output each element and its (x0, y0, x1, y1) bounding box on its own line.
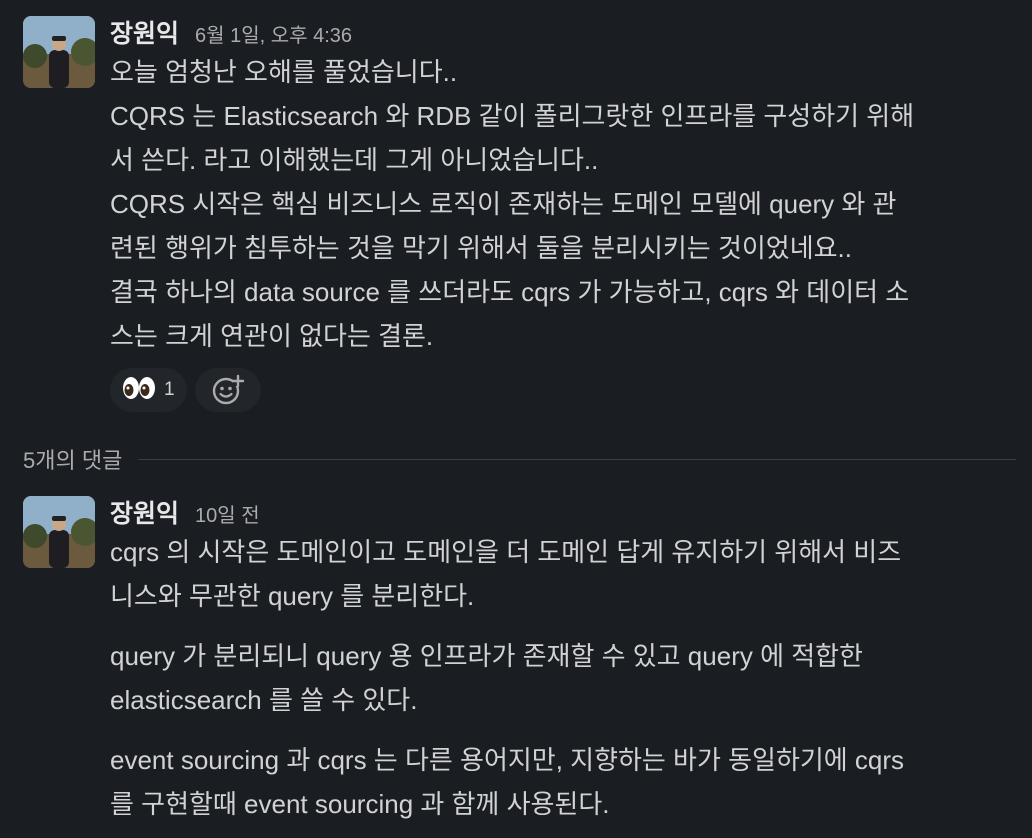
add-reaction-button[interactable] (194, 368, 261, 412)
message-line: 서 쓴다. 라고 이해했는데 그게 아니었습니다.. (110, 145, 599, 175)
message-text: 오늘 엄청난 오해를 풀었습니다.. CQRS 는 Elasticsearch … (110, 50, 1016, 358)
add-reaction-icon (212, 374, 244, 405)
reaction-count: 1 (164, 379, 175, 400)
message-text: cqrs 의 시작은 도메인이고 도메인을 더 도메인 답게 유지하기 위해서 … (110, 530, 1016, 826)
replies-count: 5개의 댓글 (23, 448, 123, 473)
reactions-bar: 1 (110, 368, 1016, 412)
message-line: 니스와 무관한 query 를 분리한다. (110, 581, 475, 611)
eyes-icon-graphic (123, 377, 155, 399)
message-line: elasticsearch 를 쓸 수 있다. (110, 685, 418, 715)
avatar-photo (23, 16, 95, 88)
avatar[interactable] (23, 496, 95, 568)
author-name[interactable]: 장원익 (110, 494, 179, 530)
author-name[interactable]: 장원익 (110, 14, 179, 50)
message-body: 장원익 6월 1일, 오후 4:36 오늘 엄청난 오해를 풀었습니다.. CQ… (110, 14, 1016, 412)
message-paragraph: event sourcing 과 cqrs 는 다른 용어지만, 지향하는 바가… (110, 738, 1016, 826)
message-line: 스는 크게 연관이 없다는 결론. (110, 321, 434, 351)
message-line: cqrs 의 시작은 도메인이고 도메인을 더 도메인 답게 유지하기 위해서 … (110, 537, 902, 567)
replies-divider: 5개의 댓글 (23, 442, 1016, 476)
timestamp[interactable]: 6월 1일, 오후 4:36 (195, 19, 352, 48)
timestamp[interactable]: 10일 전 (195, 499, 260, 528)
reaction-eyes[interactable]: 1 (110, 368, 187, 412)
message-paragraph: cqrs 의 시작은 도메인이고 도메인을 더 도메인 답게 유지하기 위해서 … (110, 530, 1016, 618)
message-line: query 가 분리되니 query 용 인프라가 존재할 수 있고 query… (110, 641, 863, 671)
message-line: 오늘 엄청난 오해를 풀었습니다.. (110, 57, 458, 87)
message-line: 를 구현할때 event sourcing 과 함께 사용된다. (110, 789, 610, 819)
message-line: 결국 하나의 data source 를 쓰더라도 cqrs 가 가능하고, c… (110, 277, 910, 307)
eyes-icon (122, 375, 156, 405)
divider-line (138, 458, 1016, 460)
avatar[interactable] (23, 16, 95, 88)
message-paragraph: query 가 분리되니 query 용 인프라가 존재할 수 있고 query… (110, 634, 1016, 722)
message-line: CQRS 는 Elasticsearch 와 RDB 같이 폴리그랏한 인프라를… (110, 101, 915, 131)
message-line: event sourcing 과 cqrs 는 다른 용어지만, 지향하는 바가… (110, 745, 905, 775)
message-body: 장원익 10일 전 cqrs 의 시작은 도메인이고 도메인을 더 도메인 답게… (110, 494, 1016, 826)
message-line: CQRS 시작은 핵심 비즈니스 로직이 존재하는 도메인 모델에 query … (110, 189, 897, 219)
avatar-photo (23, 496, 95, 568)
message-header: 장원익 10일 전 (110, 494, 1016, 530)
message-line: 련된 행위가 침투하는 것을 막기 위해서 둘을 분리시키는 것이었네요.. (110, 233, 852, 263)
message-header: 장원익 6월 1일, 오후 4:36 (110, 14, 1016, 50)
